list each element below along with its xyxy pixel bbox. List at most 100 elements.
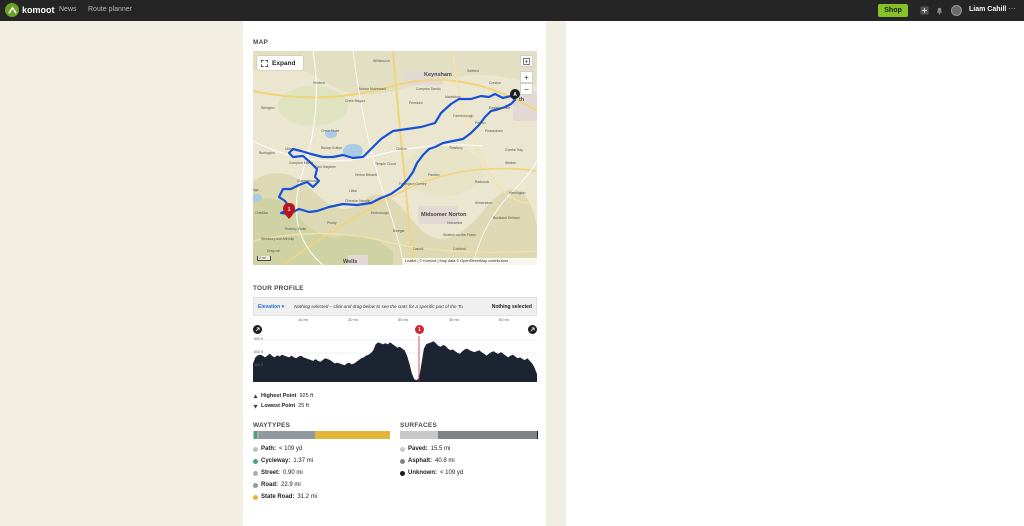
- nav-news-link[interactable]: News: [59, 6, 77, 13]
- place-label: Wells: [343, 259, 358, 265]
- komoot-logo[interactable]: komoot: [5, 3, 55, 17]
- distance-tick: 10 mi: [298, 317, 308, 322]
- place-label: Priddy: [327, 221, 337, 225]
- distribution-segment[interactable]: [437, 431, 537, 439]
- waytype-road[interactable]: Road: 22.9 mi: [253, 482, 301, 488]
- place-label: Kilmersdon: [475, 201, 492, 205]
- legend-value: 31.2 mi: [297, 494, 318, 500]
- surfaces-bar[interactable]: [400, 431, 537, 439]
- lowest-point-value: 25 ft: [298, 403, 309, 409]
- place-label: Temple Cloud: [375, 162, 396, 166]
- place-label: Wellow: [505, 161, 516, 165]
- zoom-out-button[interactable]: −: [520, 83, 533, 95]
- profile-selection-bar: Elevation ▾ Nothing selected – click and…: [253, 297, 537, 316]
- lowest-point-label: Lowest Point: [261, 403, 296, 409]
- more-menu-icon[interactable]: ···: [1008, 4, 1016, 13]
- place-label: Binegar: [393, 229, 405, 233]
- place-label: Emborough: [371, 211, 389, 215]
- waypoint-marker-label: 1: [288, 207, 291, 213]
- distance-tick: 50 mi: [499, 317, 509, 322]
- arrow-up-icon: [253, 393, 258, 398]
- user-name[interactable]: Liam Cahill: [969, 6, 1006, 13]
- elevation-tick: 300 ft: [254, 363, 263, 367]
- distribution-segment[interactable]: [400, 431, 438, 439]
- place-label: Clutton: [396, 147, 407, 151]
- profile-finish-icon[interactable]: [528, 325, 537, 334]
- place-label: Stratton-on-the-Fosse: [443, 233, 476, 237]
- map-section-title: MAP: [253, 39, 269, 46]
- place-label: Chew Stoke: [321, 129, 340, 133]
- map-expand-button[interactable]: Expand: [257, 56, 303, 70]
- page-background-right: [546, 21, 566, 526]
- map-scale: 2 mi: [257, 256, 271, 261]
- place-label: Holcombe: [447, 221, 463, 225]
- place-label: Draycott: [267, 249, 280, 253]
- legend-dot: [400, 446, 405, 452]
- elevation-tick: 900 ft: [254, 337, 263, 341]
- notification-bell-icon[interactable]: [934, 5, 945, 16]
- top-navigation-bar: komoot News Route planner Shop Liam Cahi…: [0, 0, 1024, 21]
- nav-route-planner-link[interactable]: Route planner: [88, 6, 132, 13]
- legend-dot: [253, 446, 258, 452]
- zoom-in-button[interactable]: +: [520, 71, 533, 83]
- place-label: Keynsham: [424, 72, 452, 78]
- place-label: dge: [253, 188, 259, 192]
- distribution-segment[interactable]: [314, 431, 390, 439]
- waytypes-bar[interactable]: [253, 431, 390, 439]
- elevation-dropdown[interactable]: Elevation ▾: [258, 304, 284, 310]
- place-label: Buckland Dinham: [493, 216, 520, 220]
- place-label: Farrington Gurney: [399, 182, 427, 186]
- distribution-segment[interactable]: [259, 431, 315, 439]
- highest-point-value: 925 ft: [299, 393, 314, 399]
- user-avatar[interactable]: [951, 5, 962, 16]
- legend-dot: [253, 470, 258, 476]
- start-marker-label: A: [513, 92, 517, 98]
- surface-paved[interactable]: Paved: 15.5 mi: [400, 446, 450, 452]
- waytype-path[interactable]: Path: < 109 yd: [253, 446, 302, 452]
- legend-label: State Road:: [261, 494, 295, 500]
- waytypes-title: WAYTYPES: [253, 422, 291, 429]
- surface-asphalt[interactable]: Asphalt: 40.8 mi: [400, 458, 455, 464]
- place-label: Priston: [475, 121, 486, 125]
- map-layers-icon[interactable]: [520, 55, 533, 67]
- legend-label: Street:: [261, 470, 281, 476]
- place-label: Midsomer Norton: [421, 212, 467, 218]
- legend-label: Unknown:: [408, 470, 437, 476]
- tour-map[interactable]: A 1 Keynsham Midsomer Norton Wells th dg…: [253, 51, 537, 265]
- legend-value: < 109 yd: [279, 446, 303, 452]
- legend-label: Cycleway:: [261, 458, 291, 464]
- place-label: Peasedown: [485, 129, 503, 133]
- place-label: Compton Dando: [416, 87, 441, 91]
- legend-dot: [253, 482, 258, 488]
- selection-hint: Nothing selected – click and drag below …: [294, 304, 463, 309]
- profile-waypoint-marker[interactable]: 1: [415, 325, 424, 334]
- waytype-cycleway[interactable]: Cycleway: 1.37 mi: [253, 458, 313, 464]
- place-label: Wrington: [261, 106, 275, 110]
- place-label: Marksbury: [445, 95, 461, 99]
- surface-unknown[interactable]: Unknown: < 109 yd: [400, 470, 463, 476]
- expand-label: Expand: [272, 59, 296, 67]
- expand-icon: [261, 59, 268, 67]
- legend-value: 40.8 mi: [435, 458, 455, 464]
- place-label: Hinton Blewett: [355, 173, 377, 177]
- place-label: Whitchurch: [373, 59, 390, 63]
- profile-start-icon[interactable]: [253, 325, 262, 334]
- legend-value: < 109 yd: [440, 470, 464, 476]
- elevation-profile-chart[interactable]: [253, 336, 537, 382]
- legend-value: 15.5 mi: [430, 446, 451, 452]
- map-attribution: Leaflet | © Komoot | Map data © OpenStre…: [403, 258, 537, 265]
- waytype-street[interactable]: Street: 0.90 mi: [253, 470, 303, 476]
- legend-label: Road:: [261, 482, 278, 488]
- place-label: th: [519, 97, 525, 103]
- add-tour-icon[interactable]: [919, 5, 930, 16]
- place-label: Cheddar: [255, 211, 269, 215]
- legend-label: Path:: [261, 446, 276, 452]
- highest-point-row: Highest Point 925 ft: [253, 393, 313, 399]
- legend-dot: [253, 494, 258, 500]
- place-label: Farmborough: [453, 114, 474, 118]
- place-label: Ubley: [285, 147, 294, 151]
- shop-button[interactable]: Shop: [878, 4, 908, 17]
- lowest-point-row: Lowest Point 25 ft: [253, 403, 309, 409]
- waytype-state-road[interactable]: State Road: 31.2 mi: [253, 494, 317, 500]
- legend-value: 1.37 mi: [293, 458, 314, 464]
